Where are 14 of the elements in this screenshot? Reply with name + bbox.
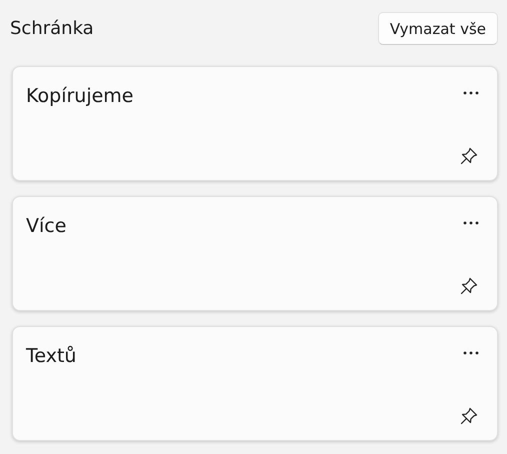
pin-icon[interactable] (459, 406, 479, 426)
clipboard-item-text: Textů (26, 345, 76, 367)
clear-all-button[interactable]: Vymazat vše (378, 12, 498, 45)
pin-icon[interactable] (459, 146, 479, 166)
clipboard-item-card[interactable]: Textů (12, 326, 498, 441)
more-icon[interactable] (463, 91, 479, 95)
clipboard-item-text: Kopírujeme (26, 85, 134, 107)
more-icon[interactable] (463, 221, 479, 225)
clipboard-item-card[interactable]: Více (12, 196, 498, 311)
pin-icon[interactable] (459, 276, 479, 296)
panel-title: Schránka (10, 18, 94, 39)
clipboard-item-card[interactable]: Kopírujeme (12, 66, 498, 181)
more-icon[interactable] (463, 351, 479, 355)
clipboard-item-text: Více (26, 215, 66, 237)
